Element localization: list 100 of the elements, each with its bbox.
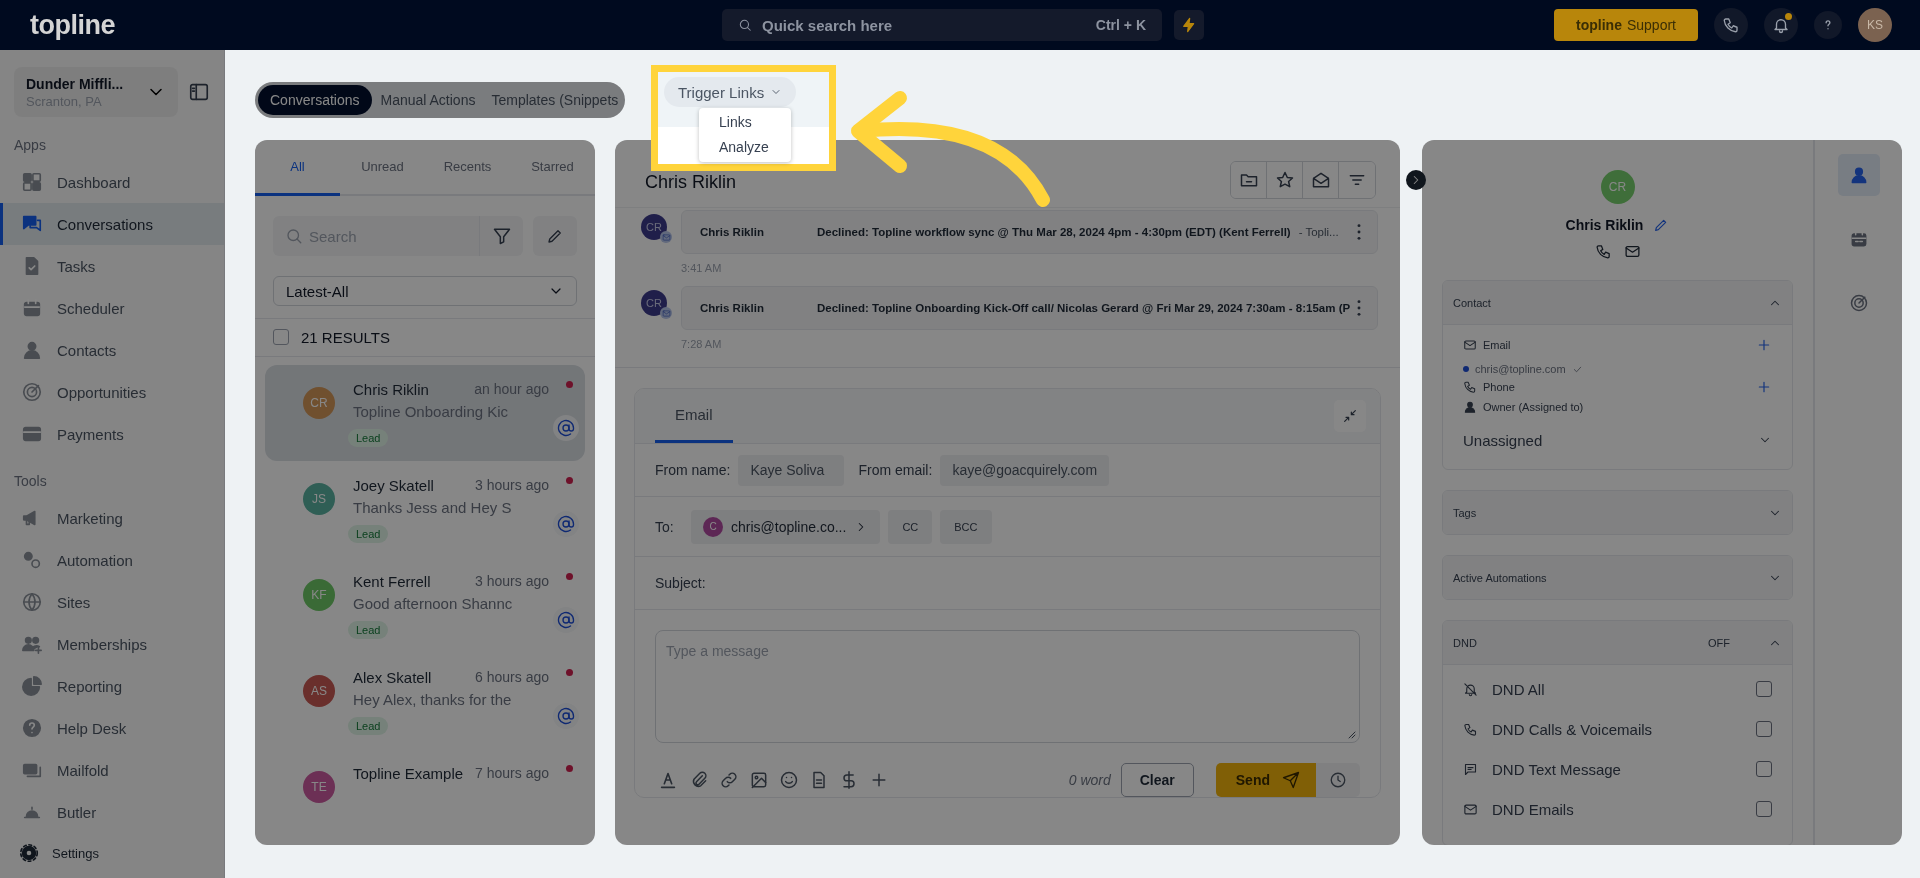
phone-button[interactable] (1714, 8, 1748, 42)
checkbox[interactable] (1756, 801, 1772, 817)
tab[interactable]: Conversations (258, 85, 372, 115)
link-icon[interactable] (719, 770, 739, 790)
emoji-icon[interactable] (779, 770, 799, 790)
sidebar-toggle-button[interactable] (188, 81, 210, 103)
section-header[interactable]: Contact (1443, 281, 1792, 324)
nav-item[interactable]: Sites (0, 581, 224, 623)
filter-button[interactable] (479, 216, 523, 257)
settings-link[interactable]: Settings (0, 834, 224, 872)
conversation-item[interactable]: JS Joey Skatell 3 hours ago Thanks Jess and Hey S Lead (265, 461, 585, 557)
field-label: From name: (655, 462, 731, 478)
tab[interactable]: Manual Actions (373, 85, 483, 115)
nav-item[interactable]: Mailfold (0, 749, 224, 791)
schedule-button[interactable] (1316, 763, 1360, 797)
section-heading: Apps (13, 136, 47, 155)
channel-tab[interactable]: Email (655, 389, 733, 443)
email-message[interactable]: Chris Riklin Declined: Topline workflow sync @ Thu Mar 28, 2024 4pm - 4:30pm (EDT) (Kent Ferrell) - Topli... (681, 210, 1378, 254)
select-all-checkbox[interactable] (273, 329, 289, 346)
contact-avatar: TE (303, 771, 335, 803)
nav-item[interactable]: Contacts (0, 329, 224, 371)
clear-button[interactable]: Clear (1120, 763, 1194, 797)
email-message[interactable]: Chris Riklin Declined: Topline Onboarding Kick-Off call/ Nicolas Gerard @ Fri Mar 29, 2024 7:30am - 8:15am (P (681, 286, 1378, 330)
bcc-button[interactable]: BCC (940, 509, 992, 544)
conversation-item[interactable]: TE Topline Example 7 hours ago (265, 749, 585, 845)
plus-icon[interactable] (1756, 379, 1772, 395)
nav-item[interactable]: Dashboard (0, 161, 224, 203)
notifications-button[interactable] (1764, 8, 1798, 42)
mail-icon[interactable] (1623, 243, 1641, 260)
filter-tab[interactable]: Unread (340, 140, 425, 197)
contact-name: Topline Example (353, 765, 464, 784)
contact-name: Chris Riklin (1565, 217, 1644, 233)
timestamp: 6 hours ago (475, 669, 549, 687)
search-field[interactable]: Quick search here Ctrl + K (722, 9, 1162, 41)
filter-tab[interactable]: Starred (510, 140, 595, 197)
nav-item[interactable]: Memberships (0, 623, 224, 665)
timestamp: 3 hours ago (475, 573, 549, 591)
dnd-icon (1463, 761, 1478, 777)
word-count: 0 word (1068, 772, 1111, 788)
from-email-field[interactable]: kaye@goacquirely.com (940, 454, 1110, 486)
conversation-item[interactable]: CR Chris Riklin an hour ago Topline Onboarding Kic Lead (265, 365, 585, 461)
image-icon[interactable] (749, 770, 769, 790)
checkbox[interactable] (1756, 721, 1772, 737)
nav-item[interactable]: Help Desk (0, 707, 224, 749)
contact-name: Kent Ferrell (353, 573, 432, 592)
section-header[interactable]: Active Automations (1443, 556, 1792, 599)
lightning-icon (1181, 17, 1197, 33)
conversation-item[interactable]: KF Kent Ferrell 3 hours ago Good afternoon Shannc Lead (265, 557, 585, 653)
section-header[interactable]: DND OFF (1443, 621, 1792, 664)
filter-tab[interactable]: All (255, 140, 340, 197)
owner-dropdown[interactable]: Unassigned (1463, 427, 1772, 453)
more-icon[interactable] (1357, 224, 1361, 240)
nav-item[interactable]: Butler (0, 791, 224, 833)
nav-item[interactable]: Reporting (0, 665, 224, 707)
message-preview: Topline Onboarding Kic (353, 403, 510, 422)
cc-button[interactable]: CC (888, 509, 933, 544)
contact-name: Joey Skatell (353, 477, 435, 496)
folder-button[interactable] (1231, 162, 1267, 198)
recipient-chip[interactable]: C chris@topline.co... (691, 509, 881, 544)
subject-field[interactable]: Subject: (655, 575, 706, 591)
user-avatar[interactable]: KS (1858, 8, 1892, 42)
gear-icon (18, 842, 40, 864)
send-button[interactable]: Send (1215, 763, 1316, 797)
envelope-icon (1310, 170, 1331, 190)
nav-item[interactable]: Payments (0, 413, 224, 455)
lead-tag: Lead (348, 621, 389, 639)
lightning-button[interactable] (1174, 10, 1204, 40)
contact-name: Alex Skatell (353, 669, 433, 688)
help-button[interactable] (1814, 11, 1842, 39)
nav-item[interactable]: Opportunities (0, 371, 224, 413)
phone-icon[interactable] (1594, 243, 1612, 260)
expand-button[interactable] (1406, 170, 1426, 190)
sort-dropdown[interactable]: Latest-All (273, 276, 577, 306)
conversation-item[interactable]: AS Alex Skatell 6 hours ago Hey Alex, thanks for the Lead (265, 653, 585, 749)
more-icon[interactable] (1357, 300, 1361, 316)
checkbox[interactable] (1756, 761, 1772, 777)
message-preview: Good afternoon Shannc (353, 595, 514, 614)
nav-item[interactable]: Scheduler (0, 287, 224, 329)
primary-dot (1463, 366, 1469, 372)
section-header[interactable]: Tags (1443, 491, 1792, 534)
nav-item[interactable]: Tasks (0, 245, 224, 287)
contact-name: Chris Riklin (353, 381, 430, 400)
plus-icon[interactable] (1756, 337, 1772, 353)
from-name-field[interactable]: Kaye Soliva (738, 454, 845, 486)
phone-icon (1463, 380, 1477, 394)
menu-item[interactable]: Links (699, 110, 791, 135)
side-tab[interactable] (1837, 154, 1880, 196)
logo[interactable]: topline (30, 9, 722, 41)
filter-tab[interactable]: Recents (425, 140, 510, 197)
tab[interactable]: Templates (Snippets (484, 85, 626, 115)
lead-tag: Lead (348, 717, 389, 735)
compose-button[interactable] (533, 216, 577, 257)
nav-item[interactable]: Conversations (0, 203, 224, 245)
tab[interactable]: Trigger Links (664, 77, 797, 107)
checkbox[interactable] (1756, 681, 1772, 697)
nav-item[interactable]: Automation (0, 539, 224, 581)
support-button[interactable]: topline Support (1554, 9, 1698, 41)
mention-icon (553, 607, 579, 633)
menu-item[interactable]: Analyze (699, 135, 791, 160)
nav-item[interactable]: Marketing (0, 497, 224, 539)
